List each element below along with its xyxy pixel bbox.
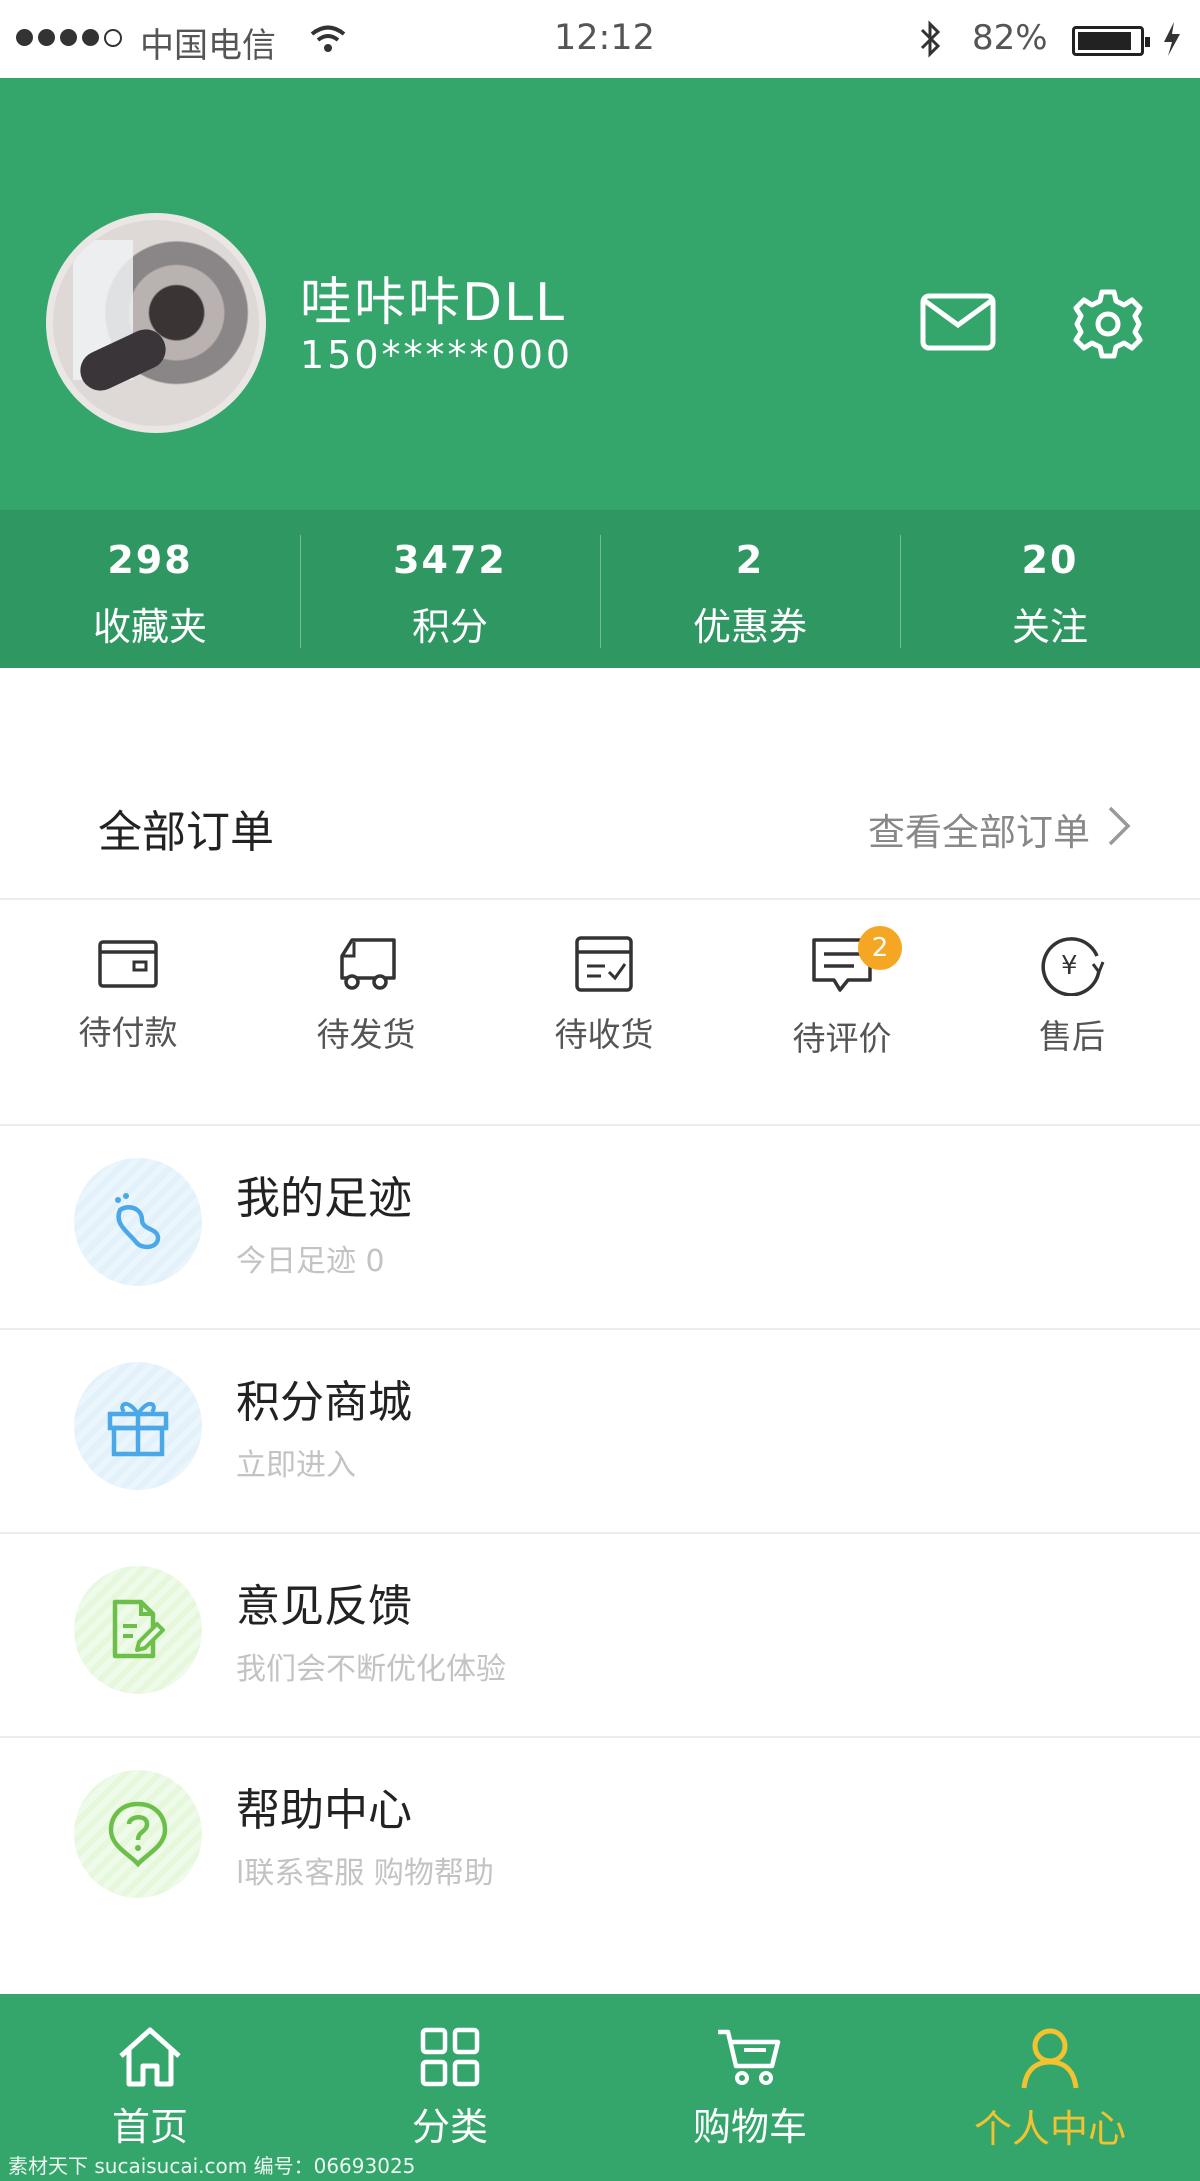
gift-icon [74, 1362, 202, 1490]
envelope-icon[interactable] [920, 293, 996, 355]
order-label: 待发货 [316, 1015, 416, 1054]
user-phone: 150*****000 [300, 333, 574, 377]
footprint-icon [74, 1158, 202, 1286]
order-pending-payment[interactable]: 待付款 [58, 934, 198, 1054]
list-item-help-center[interactable]: 帮助中心 l联系客服 购物帮助 [0, 1738, 1200, 1942]
status-bar: 中国电信 12:12 82% [0, 0, 1200, 78]
clock: 12:12 [554, 18, 655, 58]
stat-points[interactable]: 3472 积分 [300, 510, 600, 668]
order-after-sales[interactable]: ¥ 售后 [1002, 934, 1142, 1058]
order-label: 待收货 [554, 1015, 654, 1054]
user-icon [1021, 2028, 1079, 2089]
cart-icon [718, 2029, 781, 2085]
tab-cart[interactable]: 购物车 [600, 1994, 900, 2181]
order-label: 待评价 [792, 1019, 892, 1058]
list-item-feedback[interactable]: 意见反馈 我们会不断优化体验 [0, 1534, 1200, 1738]
carrier-label: 中国电信 [140, 26, 276, 66]
charging-icon [1162, 22, 1182, 60]
bluetooth-icon [918, 20, 944, 62]
signal-icon [16, 29, 122, 47]
list-item-title: 我的足迹 [236, 1173, 412, 1224]
grid-icon [420, 2027, 480, 2087]
list-item-subtitle: 我们会不断优化体验 [236, 1652, 506, 1687]
tab-profile[interactable]: 个人中心 [900, 1994, 1200, 2181]
list-item-title: 积分商城 [236, 1377, 412, 1428]
watermark: 素材天下 sucaisucai.com 编号：06693025 [8, 2154, 416, 2178]
wifi-icon [308, 24, 348, 58]
order-pending-review[interactable]: 待评价 2 [772, 926, 912, 1060]
battery-icon [1072, 26, 1150, 56]
list-item-subtitle: 立即进入 [236, 1448, 356, 1483]
user-name: 哇咔咔DLL [300, 273, 566, 333]
order-label: 待付款 [78, 1013, 178, 1052]
feedback-icon [74, 1566, 202, 1694]
review-count-badge: 2 [858, 926, 902, 970]
help-icon [74, 1770, 202, 1898]
tab-label: 首页 [111, 2105, 188, 2149]
chevron-right-icon [1104, 804, 1134, 852]
stat-favorites[interactable]: 298 收藏夹 [0, 510, 300, 668]
list-item-subtitle: l联系客服 购物帮助 [236, 1856, 494, 1891]
list-item-title: 意见反馈 [236, 1581, 412, 1632]
home-icon [119, 2027, 181, 2087]
list-item-subtitle: 今日足迹 0 [236, 1244, 385, 1279]
list-item-points-mall[interactable]: 积分商城 立即进入 [0, 1330, 1200, 1534]
gear-icon[interactable] [1072, 288, 1144, 364]
list-item-title: 帮助中心 [236, 1785, 412, 1836]
stats-bar: 298 收藏夹 3472 积分 2 优惠券 20 关注 [0, 510, 1200, 668]
truck-icon [340, 938, 396, 990]
tab-label: 分类 [411, 2105, 488, 2149]
orders-header[interactable]: 全部订单 查看全部订单 [0, 748, 1200, 900]
tab-label: 购物车 [692, 2105, 807, 2149]
wallet-icon [98, 940, 158, 988]
package-icon [575, 936, 633, 992]
refund-icon: ¥ [1041, 937, 1105, 996]
order-status-row: 待付款 待发货 待收货 待评价 2 ¥ 售后 [0, 900, 1200, 1126]
stat-following[interactable]: 20 关注 [900, 510, 1200, 668]
order-pending-receipt[interactable]: 待收货 [534, 934, 674, 1056]
tab-label: 个人中心 [973, 2107, 1126, 2151]
svg-text:¥: ¥ [1061, 951, 1078, 981]
order-pending-shipment[interactable]: 待发货 [296, 934, 436, 1056]
list-item-footprint[interactable]: 我的足迹 今日足迹 0 [0, 1126, 1200, 1330]
order-label: 售后 [1039, 1017, 1105, 1056]
battery-percent: 82% [972, 18, 1048, 58]
stat-coupons[interactable]: 2 优惠券 [600, 510, 900, 668]
orders-title: 全部订单 [98, 807, 274, 858]
view-all-orders-link[interactable]: 查看全部订单 [868, 802, 1090, 856]
avatar[interactable] [46, 213, 266, 433]
